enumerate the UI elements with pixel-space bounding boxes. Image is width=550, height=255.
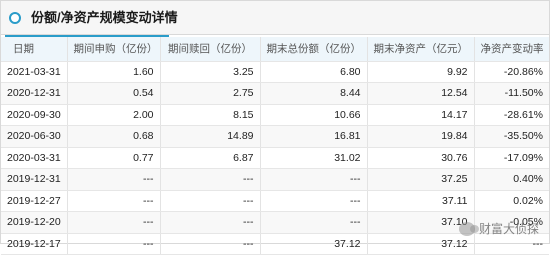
column-header-total-shares: 期末总份额（亿份） [260, 37, 368, 62]
change-rate-cell: -28.61% [474, 104, 549, 126]
total-shares-cell: --- [260, 190, 368, 212]
total-shares-cell: --- [260, 168, 368, 191]
date-cell: 2020-06-30 [1, 125, 68, 148]
redemption-cell: 8.15 [160, 104, 261, 126]
redemption-cell: 14.89 [160, 125, 261, 148]
subscription-cell: 1.60 [67, 61, 161, 83]
subscription-cell: 0.54 [67, 82, 161, 105]
net-assets-cell: 37.25 [367, 168, 475, 191]
date-cell: 2020-12-31 [1, 82, 68, 105]
table-row: 2020-12-31 0.54 2.75 8.44 12.54 -11.50% [1, 82, 549, 105]
column-header-date: 日期 [1, 37, 68, 62]
net-assets-cell: 30.76 [367, 147, 475, 169]
subscription-cell: --- [67, 190, 161, 212]
date-cell: 2019-12-31 [1, 168, 68, 191]
wechat-icon [458, 221, 479, 236]
net-assets-cell: 37.11 [367, 190, 475, 212]
net-assets-cell: 14.17 [367, 104, 475, 126]
total-shares-cell: 10.66 [260, 104, 368, 126]
redemption-cell: 3.25 [160, 61, 261, 83]
table-row: 2020-09-30 2.00 8.15 10.66 14.17 -28.61% [1, 104, 549, 126]
redemption-cell: 2.75 [160, 82, 261, 105]
date-cell: 2020-09-30 [1, 104, 68, 126]
table-row: 2020-03-31 0.77 6.87 31.02 30.76 -17.09% [1, 147, 549, 169]
total-shares-cell: 8.44 [260, 82, 368, 105]
column-header-change-rate: 净资产变动率 [474, 37, 549, 62]
table-row: 2019-12-27 --- --- --- 37.11 0.02% [1, 190, 549, 212]
change-rate-cell: 0.02% [474, 190, 549, 212]
change-rate-cell: -20.86% [474, 61, 549, 83]
date-cell: 2019-12-27 [1, 190, 68, 212]
total-shares-cell: 31.02 [260, 147, 368, 169]
subscription-cell: --- [67, 211, 161, 234]
column-header-redemption: 期间赎回（亿份） [160, 37, 261, 62]
circle-icon [9, 11, 21, 24]
redemption-cell: --- [160, 190, 261, 212]
change-rate-cell: -11.50% [474, 82, 549, 105]
table-header-row: 日期 期间申购（亿份） 期间赎回（亿份） 期末总份额（亿份） 期末净资产（亿元）… [1, 37, 549, 62]
redemption-cell: --- [160, 168, 261, 191]
subscription-cell: --- [67, 168, 161, 191]
panel-title: 份额/净资产规模变动详情 [5, 7, 178, 37]
watermark: 财富大侦探 [458, 220, 539, 237]
table-row: 2021-03-31 1.60 3.25 6.80 9.92 -20.86% [1, 61, 549, 83]
net-assets-cell: 12.54 [367, 82, 475, 105]
panel-header: 份额/净资产规模变动详情 [1, 1, 549, 37]
column-header-subscription: 期间申购（亿份） [67, 37, 161, 62]
fund-scale-panel: 份额/净资产规模变动详情 日期 期间申购（亿份） 期间赎回（亿份） 期末总份额（… [0, 0, 550, 255]
change-rate-cell: 0.40% [474, 168, 549, 191]
date-cell: 2020-03-31 [1, 147, 68, 169]
net-assets-cell: 37.10 [367, 211, 475, 234]
column-header-net-assets: 期末净资产（亿元） [367, 37, 475, 62]
change-rate-cell: -17.09% [474, 147, 549, 169]
total-shares-cell: 16.81 [260, 125, 368, 148]
net-assets-cell: 19.84 [367, 125, 475, 148]
total-shares-cell: 6.80 [260, 61, 368, 83]
total-shares-cell: --- [260, 211, 368, 234]
change-rate-cell: -35.50% [474, 125, 549, 148]
table-row: 2020-06-30 0.68 14.89 16.81 19.84 -35.50% [1, 125, 549, 148]
redemption-cell: --- [160, 211, 261, 234]
table-row: 2019-12-31 --- --- --- 37.25 0.40% [1, 168, 549, 191]
date-cell: 2021-03-31 [1, 61, 68, 83]
subscription-cell: 2.00 [67, 104, 161, 126]
watermark-text: 财富大侦探 [478, 222, 539, 236]
subscription-cell: 0.68 [67, 125, 161, 148]
redemption-cell: 6.87 [160, 147, 261, 169]
net-assets-cell: 9.92 [367, 61, 475, 83]
subscription-cell: 0.77 [67, 147, 161, 169]
date-cell: 2019-12-20 [1, 211, 68, 234]
title-underline [5, 35, 169, 37]
